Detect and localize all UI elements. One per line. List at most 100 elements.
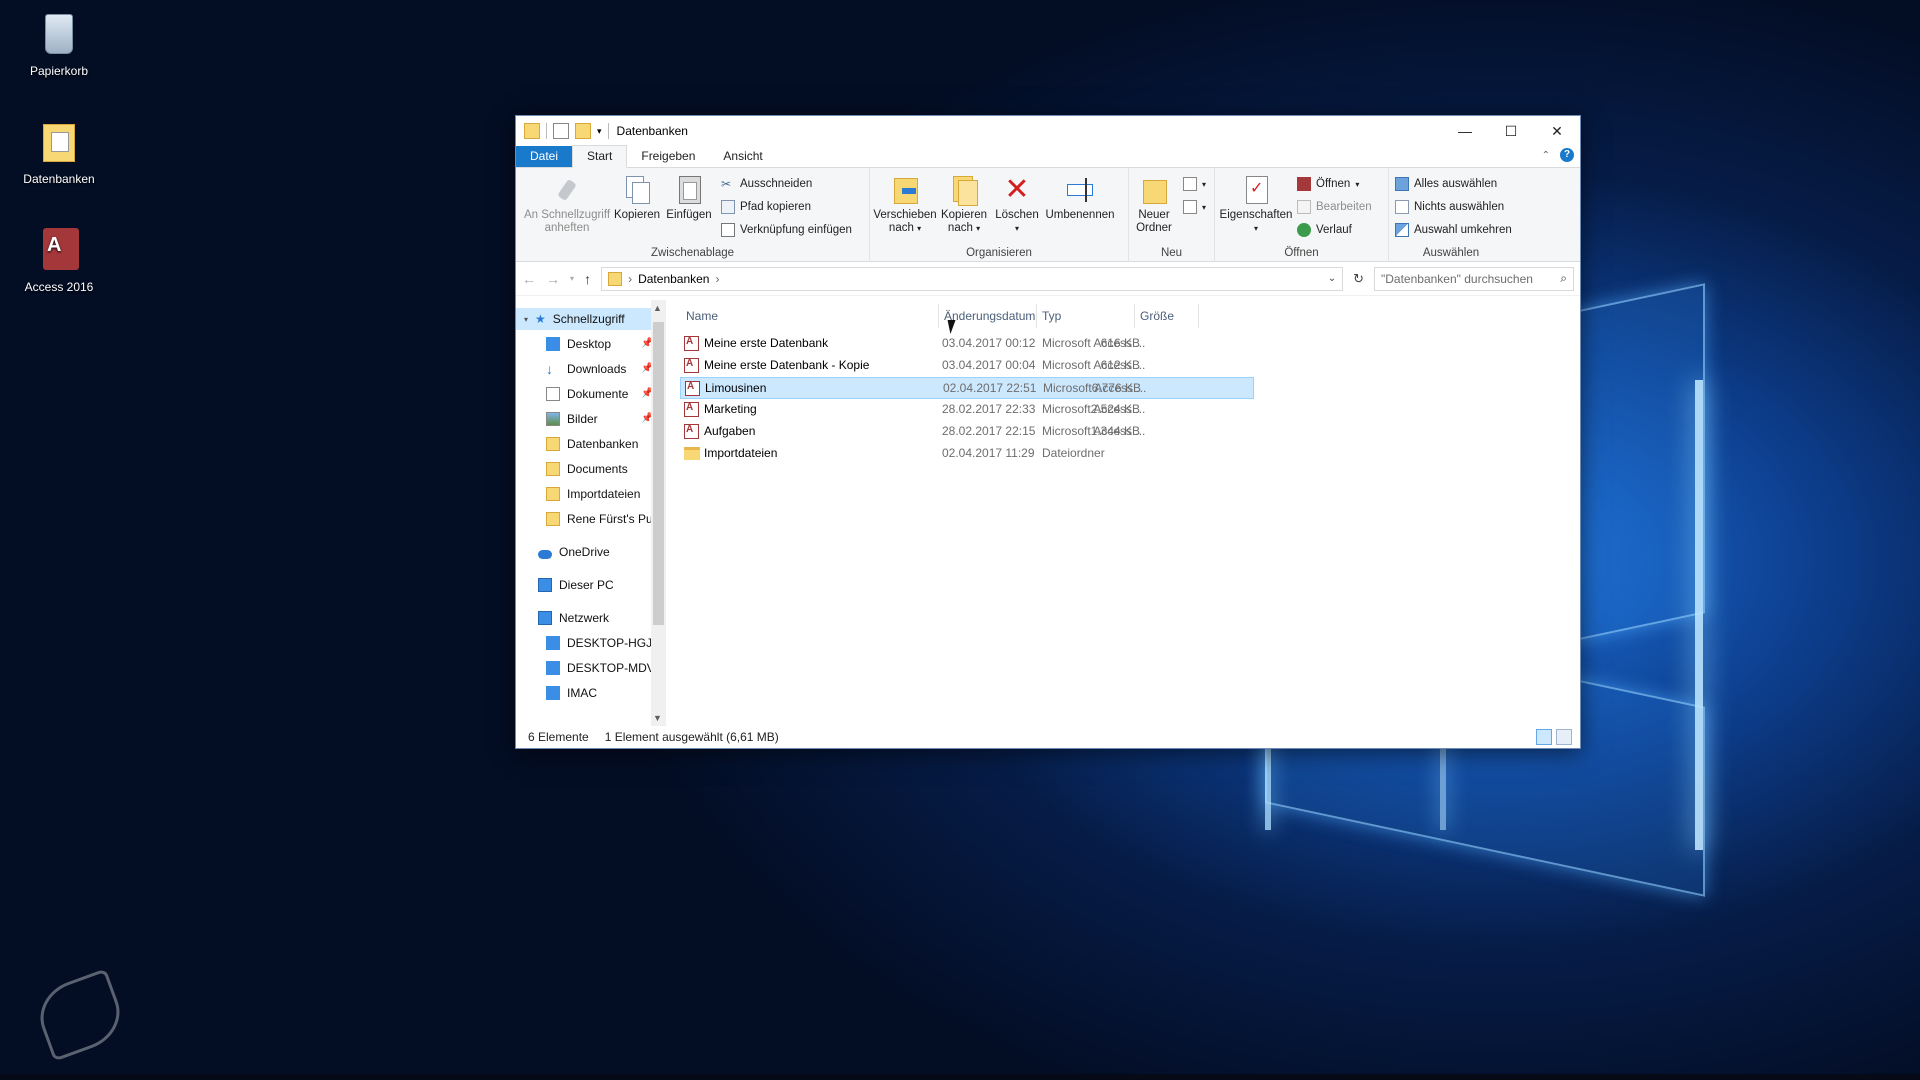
maximize-button[interactable]: ☐ [1488, 116, 1534, 146]
scroll-up-icon[interactable]: ▲ [653, 303, 662, 313]
move-to-button[interactable]: Verschieben nach ▾ [872, 174, 938, 235]
ribbon: An Schnellzugriff anheften Kopieren Einf… [516, 168, 1580, 262]
group-organize: Verschieben nach ▾ Kopieren nach ▾ ✕ Lös… [870, 168, 1129, 262]
desktop-icon [546, 337, 560, 351]
file-row[interactable]: Importdateien 02.04.2017 11:29 Dateiordn… [680, 443, 1252, 465]
column-header-name[interactable]: Name [686, 304, 936, 328]
file-row[interactable]: Marketing 28.02.2017 22:33 Microsoft Acc… [680, 399, 1252, 421]
new-folder-icon [1139, 174, 1169, 206]
download-icon: ↓ [546, 361, 553, 377]
column-header-type[interactable]: Typ [1042, 304, 1137, 328]
cut-button[interactable]: ✂ Ausschneiden [721, 175, 812, 193]
nav-item-pictures[interactable]: Bilder [546, 408, 598, 430]
navigation-pane: ▾ ★ Schnellzugriff Desktop 📌 ↓ Downloads… [516, 300, 666, 726]
address-bar[interactable]: › Datenbanken › ⌄ [601, 266, 1344, 291]
nav-item-this-pc[interactable]: Dieser PC [538, 574, 614, 596]
file-row[interactable]: Meine erste Datenbank 03.04.2017 00:12 M… [680, 333, 1252, 355]
chevron-down-icon: ▾ [1355, 179, 1360, 189]
paste-button[interactable]: Einfügen [664, 174, 714, 222]
large-icons-view-icon[interactable] [1556, 729, 1572, 745]
nav-scrollbar[interactable]: ▲ ▼ [651, 300, 666, 726]
nav-item-importdateien[interactable]: Importdateien [546, 483, 640, 505]
wallpaper-beam [1695, 380, 1703, 850]
folder-icon [546, 487, 560, 501]
desktop-icon-datenbanken[interactable]: Datenbanken [11, 118, 107, 186]
nav-item-network[interactable]: Netzwerk [538, 607, 609, 629]
scroll-down-icon[interactable]: ▼ [653, 713, 662, 723]
open-button[interactable]: Öffnen ▾ [1297, 175, 1359, 193]
help-icon[interactable]: ? [1560, 148, 1574, 162]
new-folder-icon[interactable] [575, 123, 591, 139]
details-view-icon[interactable] [1536, 729, 1552, 745]
desktop-icon-access[interactable]: A Access 2016 [11, 226, 107, 294]
delete-button[interactable]: ✕ Löschen ▾ [994, 174, 1040, 235]
column-header-size[interactable]: Größe [1140, 304, 1200, 328]
back-button[interactable]: ← [522, 271, 536, 287]
copy-button[interactable]: Kopieren [613, 174, 661, 222]
chevron-right-icon[interactable]: › [715, 272, 719, 286]
pin-quick-access-button[interactable]: An Schnellzugriff anheften [522, 174, 612, 235]
invert-selection-button[interactable]: Auswahl umkehren [1395, 221, 1512, 239]
up-button[interactable]: ↑ [584, 271, 591, 287]
group-new: Neuer Ordner ▾ ▾ Neu [1129, 168, 1215, 262]
explorer-window: ▾ Datenbanken — ☐ ✕ Datei Start Freigebe… [515, 115, 1581, 749]
nav-item-desktop[interactable]: Desktop [546, 333, 611, 355]
nav-item-network-pc[interactable]: IMAC [546, 682, 597, 704]
nav-item-downloads[interactable]: ↓ Downloads [546, 358, 626, 380]
new-item-button[interactable]: ▾ [1183, 175, 1206, 193]
tab-datei[interactable]: Datei [516, 146, 573, 167]
file-row[interactable]: Meine erste Datenbank - Kopie 03.04.2017… [680, 355, 1252, 377]
file-row[interactable]: Aufgaben 28.02.2017 22:15 Microsoft Acce… [680, 421, 1252, 443]
breadcrumb[interactable]: Datenbanken [638, 272, 709, 286]
star-icon: ★ [535, 312, 546, 326]
tab-freigeben[interactable]: Freigeben [627, 146, 709, 167]
nav-item-documents[interactable]: Dokumente [546, 383, 628, 405]
nav-item-quick-access[interactable]: ▾ ★ Schnellzugriff [516, 308, 651, 330]
new-folder-button[interactable]: Neuer Ordner [1131, 174, 1177, 235]
paste-shortcut-button[interactable]: Verknüpfung einfügen [721, 221, 852, 239]
search-input[interactable]: "Datenbanken" durchsuchen ⌕ [1374, 266, 1574, 291]
computer-icon [546, 686, 560, 700]
rename-button[interactable]: Umbenennen [1042, 174, 1118, 222]
select-all-button[interactable]: Alles auswählen [1395, 175, 1497, 193]
history-button[interactable]: Verlauf [1297, 221, 1352, 239]
minimize-button[interactable]: — [1442, 116, 1488, 146]
file-row-selected[interactable]: Limousinen 02.04.2017 22:51 Microsoft Ac… [680, 377, 1254, 399]
chevron-down-icon: ▾ [976, 224, 981, 233]
chevron-down-icon[interactable]: ⌄ [1328, 273, 1336, 284]
edit-icon [1297, 200, 1311, 214]
refresh-icon[interactable]: ↻ [1353, 271, 1364, 287]
easy-access-button[interactable]: ▾ [1183, 198, 1206, 216]
path-icon [721, 200, 735, 214]
selection-info: 1 Element ausgewählt (6,61 MB) [604, 730, 779, 744]
copy-to-button[interactable]: Kopieren nach ▾ [938, 174, 990, 235]
edit-button[interactable]: Bearbeiten [1297, 198, 1372, 216]
nav-item-datenbanken[interactable]: Datenbanken [546, 433, 638, 455]
tab-ansicht[interactable]: Ansicht [709, 146, 776, 167]
nav-item-network-pc[interactable]: DESKTOP-HGJ8C [546, 632, 666, 654]
recent-locations-icon[interactable]: ▾ [570, 274, 574, 283]
history-icon [1297, 223, 1311, 237]
select-none-button[interactable]: Nichts auswählen [1395, 198, 1504, 216]
close-button[interactable]: ✕ [1534, 116, 1580, 146]
desktop-icon-recycle-bin[interactable]: Papierkorb [11, 10, 107, 78]
collapse-ribbon-icon[interactable]: ⌃ [1542, 150, 1550, 161]
access-file-icon [684, 358, 699, 373]
group-open: ✓ Eigenschaften ▾ Öffnen ▾ Bearbeiten Ve… [1215, 168, 1389, 262]
chevron-down-icon[interactable]: ▾ [597, 126, 602, 137]
access-icon [1297, 177, 1311, 191]
nav-item-documents-folder[interactable]: Documents [546, 458, 628, 480]
ribbon-tabs: Datei Start Freigeben Ansicht ⌃ ? [516, 145, 1580, 168]
desktop-icon-label: Access 2016 [24, 280, 94, 294]
forward-button[interactable]: → [546, 271, 560, 287]
nav-item-public[interactable]: Rene Fürst's Pub [546, 508, 659, 530]
properties-icon[interactable] [553, 123, 569, 139]
properties-button[interactable]: ✓ Eigenschaften ▾ [1217, 174, 1295, 235]
nav-item-network-pc[interactable]: DESKTOP-MDVT [546, 657, 662, 679]
tab-start[interactable]: Start [572, 145, 628, 168]
scrollbar-thumb[interactable] [653, 322, 664, 625]
copy-path-button[interactable]: Pfad kopieren [721, 198, 811, 216]
nav-item-onedrive[interactable]: OneDrive [538, 541, 610, 563]
access-icon: A [37, 226, 81, 274]
easy-access-icon [1183, 200, 1197, 214]
